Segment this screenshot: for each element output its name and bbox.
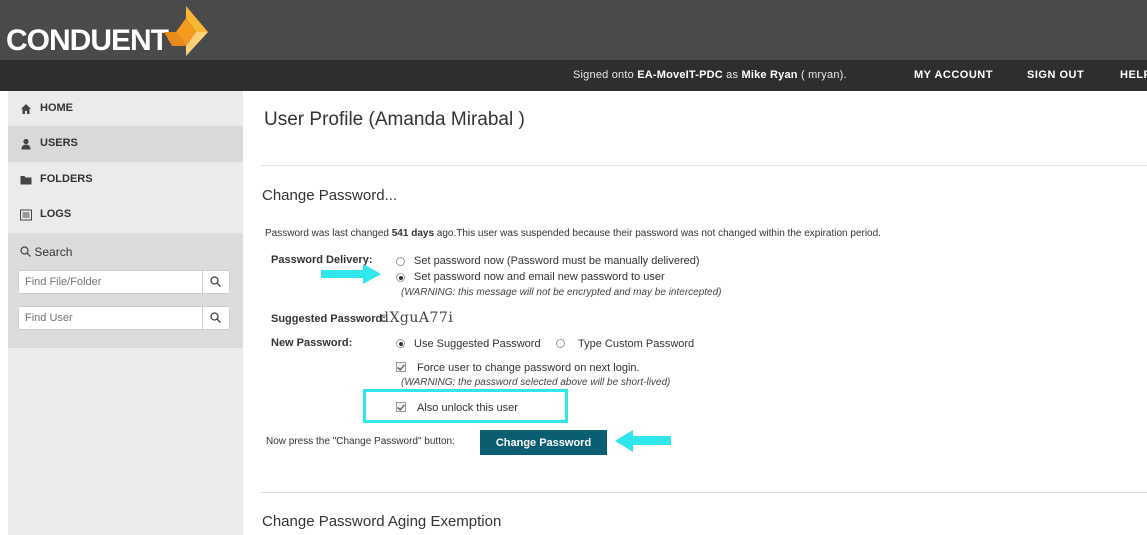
sidebar-item-label: LOGS xyxy=(40,208,72,220)
page-title: User Profile (Amanda Mirabal ) xyxy=(264,109,525,130)
user-icon xyxy=(21,138,31,150)
annotation-arrow-right-icon xyxy=(321,264,381,284)
unlock-user-label: Also unlock this user xyxy=(417,402,518,414)
suggested-password-value: dXguA77i xyxy=(380,310,454,326)
sidebar: HOME USERS FOLDERS LOGS Search xyxy=(8,91,243,535)
force-change-label: Force user to change password on next lo… xyxy=(417,362,640,374)
divider xyxy=(261,492,1147,493)
find-file-search xyxy=(18,270,230,294)
signed-user-name: Mike Ryan xyxy=(741,69,798,81)
force-change-warning: (WARNING: the password selected above wi… xyxy=(401,377,671,388)
annotation-arrow-left-icon xyxy=(615,430,671,452)
delivery-manual-radio[interactable] xyxy=(396,257,405,266)
conduent-logo-mark-icon xyxy=(164,6,208,56)
password-info-text: Password was last changed 541 days ago.T… xyxy=(265,228,881,239)
section-title-aging-exemption: Change Password Aging Exemption xyxy=(262,513,502,530)
new-password-label: New Password: xyxy=(271,337,353,349)
signed-on-status: Signed onto EA-MoveIT-PDC as Mike Ryan (… xyxy=(573,69,847,81)
use-suggested-radio[interactable] xyxy=(396,339,405,348)
info-days: 541 days xyxy=(391,228,435,239)
type-custom-radio[interactable] xyxy=(556,339,565,348)
sidebar-item-home[interactable]: HOME xyxy=(8,91,243,127)
suggested-password-label: Suggested Password: xyxy=(271,313,386,325)
find-file-input[interactable] xyxy=(19,271,200,293)
section-title-change-password: Change Password... xyxy=(262,187,398,204)
find-user-input[interactable] xyxy=(19,307,200,329)
delivery-manual-label: Set password now (Password must be manua… xyxy=(414,255,700,267)
search-icon xyxy=(210,312,221,323)
delivery-email-label: Set password now and email new password … xyxy=(414,271,665,283)
signed-user-id: ( mryan). xyxy=(800,69,847,81)
folder-icon xyxy=(20,176,32,185)
find-file-search-button[interactable] xyxy=(202,271,229,293)
find-user-search xyxy=(18,306,230,330)
search-label: Search xyxy=(34,245,73,259)
main-content: User Profile (Amanda Mirabal ) Change Pa… xyxy=(243,91,1147,535)
my-account-link[interactable]: MY ACCOUNT xyxy=(914,69,993,81)
top-header: CONDUENT xyxy=(0,0,1147,60)
divider xyxy=(261,165,1147,166)
search-icon xyxy=(210,276,221,287)
nav-bar: Signed onto EA-MoveIT-PDC as Mike Ryan (… xyxy=(0,60,1147,91)
signed-prefix: Signed onto xyxy=(573,69,634,81)
help-link[interactable]: HELP xyxy=(1120,69,1147,81)
search-icon xyxy=(20,246,31,257)
search-panel: Search xyxy=(8,233,243,348)
server-name: EA-MoveIT-PDC xyxy=(637,69,723,81)
sidebar-item-users[interactable]: USERS xyxy=(8,126,243,162)
info-prefix: Password was last changed xyxy=(265,228,389,239)
sidebar-item-label: FOLDERS xyxy=(40,173,93,185)
use-suggested-label: Use Suggested Password xyxy=(414,338,541,350)
unlock-user-checkbox[interactable] xyxy=(396,402,406,412)
home-icon xyxy=(21,104,31,114)
info-suffix: ago.This user was suspended because thei… xyxy=(436,228,881,239)
press-instruction: Now press the "Change Password" button: xyxy=(266,436,455,447)
search-heading: Search xyxy=(20,245,72,259)
change-password-button[interactable]: Change Password xyxy=(480,430,607,455)
sidebar-item-logs[interactable]: LOGS xyxy=(8,197,243,233)
list-icon xyxy=(20,209,32,221)
logo-text: CONDUENT xyxy=(6,24,169,57)
type-custom-label: Type Custom Password xyxy=(578,338,695,350)
sign-out-link[interactable]: SIGN OUT xyxy=(1027,69,1084,81)
sidebar-item-label: USERS xyxy=(40,137,78,149)
signed-as: as xyxy=(726,69,739,81)
sidebar-item-label: HOME xyxy=(40,102,73,114)
delivery-email-radio[interactable] xyxy=(396,273,405,282)
delivery-warning: (WARNING: this message will not be encry… xyxy=(401,287,722,298)
force-change-checkbox[interactable] xyxy=(396,362,406,372)
find-user-search-button[interactable] xyxy=(202,307,229,329)
sidebar-item-folders[interactable]: FOLDERS xyxy=(8,162,243,198)
